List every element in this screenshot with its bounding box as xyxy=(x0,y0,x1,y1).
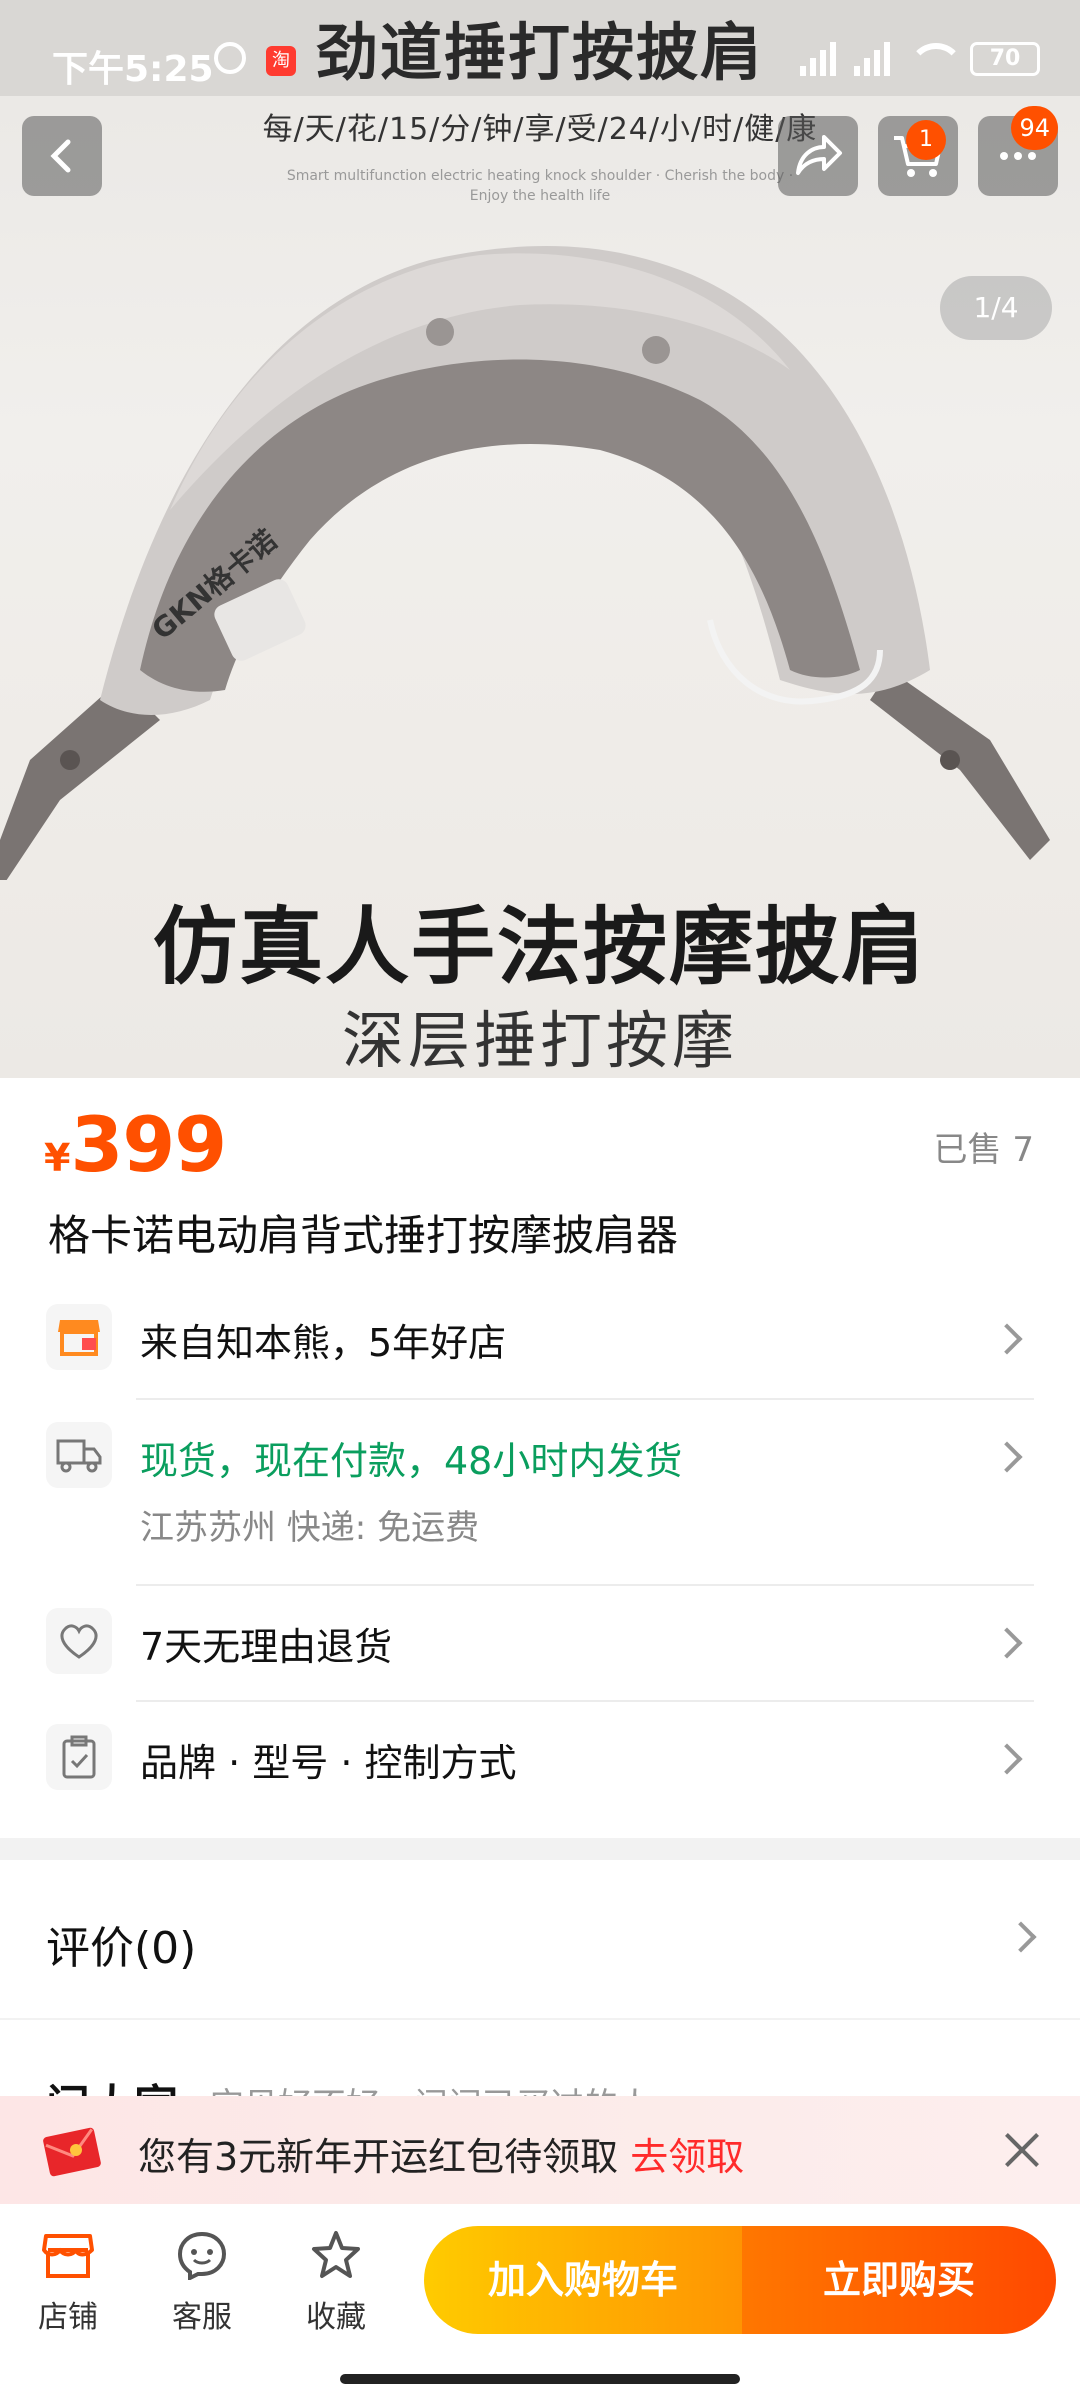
store-row[interactable]: 来自知本熊，5年好店 xyxy=(46,1304,1034,1394)
divider xyxy=(136,1700,1034,1702)
promo-text-line: 您有3元新年开运红包待领取 去领取 xyxy=(138,2126,744,2181)
promo-text: 您有3元新年开运红包待领取 xyxy=(138,2135,619,2179)
heart-icon xyxy=(46,1608,112,1674)
product-title: 格卡诺电动肩背式捶打按摩披肩器 xyxy=(48,1211,679,1260)
shop-icon xyxy=(42,2234,94,2278)
returns-row-label: 7天无理由退货 xyxy=(140,1625,393,1669)
status-time: 下午5:25 xyxy=(52,49,214,90)
favorite-tab-label: 收藏 xyxy=(306,2300,366,2335)
message-count-badge: 94 xyxy=(1011,106,1058,150)
chevron-right-icon xyxy=(991,1323,1023,1355)
cart-count-badge: 1 xyxy=(906,120,946,160)
truck-icon xyxy=(46,1422,112,1488)
status-icons: 70 xyxy=(800,42,1040,76)
customer-service-icon xyxy=(177,2231,227,2282)
chevron-left-icon xyxy=(50,139,71,173)
buy-now-button[interactable]: 立即购买 xyxy=(742,2226,1056,2334)
home-indicator xyxy=(340,2374,740,2384)
close-icon[interactable] xyxy=(1000,2128,1044,2172)
share-icon xyxy=(796,135,842,175)
back-button[interactable] xyxy=(22,116,102,196)
signal-icon xyxy=(800,42,836,76)
taobao-notification-icon: 淘 xyxy=(266,46,296,76)
divider xyxy=(136,1584,1034,1586)
clipboard-icon xyxy=(46,1724,112,1790)
signal-icon-2 xyxy=(854,42,890,76)
more-icon xyxy=(1000,152,1036,160)
cart-button[interactable]: 1 xyxy=(878,116,958,196)
shipping-row-sub: 江苏苏州 快递: 免运费 xyxy=(140,1508,480,1548)
divider xyxy=(136,1398,1034,1400)
chevron-right-icon xyxy=(991,1743,1023,1775)
price-value: 399 xyxy=(70,1100,227,1189)
price: ¥399 xyxy=(44,1100,227,1189)
currency-symbol: ¥ xyxy=(44,1136,71,1180)
wifi-icon xyxy=(908,43,964,75)
favorite-tab[interactable]: 收藏 xyxy=(286,2230,386,2336)
specs-row[interactable]: 品牌 · 型号 · 控制方式 xyxy=(46,1724,1034,1814)
chevron-right-icon xyxy=(991,1441,1023,1473)
share-button[interactable] xyxy=(778,116,858,196)
sold-count: 已售 7 xyxy=(933,1130,1034,1170)
reviews-title: 评价(0) xyxy=(46,1923,197,1974)
status-bar: 下午5:25 淘 70 xyxy=(0,0,1080,96)
store-row-label: 来自知本熊，5年好店 xyxy=(140,1321,507,1365)
qa-section[interactable]: 问大家 宝贝好不好，问问已买过的人 xyxy=(0,2020,1080,2100)
more-button[interactable]: 94 xyxy=(978,106,1058,196)
returns-row[interactable]: 7天无理由退货 xyxy=(46,1608,1034,1698)
massager-product-image: GKN格卡诺 xyxy=(0,246,1050,880)
chevron-right-icon xyxy=(991,1627,1023,1659)
red-packet-banner[interactable]: 您有3元新年开运红包待领取 去领取 xyxy=(0,2096,1080,2204)
store-tab-label: 店铺 xyxy=(38,2300,98,2335)
specs-row-label: 品牌 · 型号 · 控制方式 xyxy=(140,1741,517,1785)
promo-claim-link[interactable]: 去领取 xyxy=(630,2135,744,2179)
store-tab[interactable]: 店铺 xyxy=(18,2230,118,2336)
gallery-pager: 1/4 xyxy=(940,276,1052,340)
bottom-action-bar: 店铺 客服 收藏 加入购物车 立即购买 xyxy=(0,2204,1080,2400)
hero-caption-sub: 深层捶打按摩 xyxy=(341,1004,738,1077)
add-to-cart-button[interactable]: 加入购物车 xyxy=(424,2226,742,2334)
chevron-right-icon xyxy=(1005,1921,1037,1953)
service-tab[interactable]: 客服 xyxy=(152,2230,252,2336)
shipping-row-label: 现货，现在付款，48小时内发货 xyxy=(140,1439,683,1483)
star-icon xyxy=(312,2231,360,2278)
red-envelope-icon xyxy=(43,2127,101,2177)
reviews-section[interactable]: 评价(0) xyxy=(0,1860,1080,2018)
store-icon xyxy=(46,1304,112,1370)
hero-caption-main: 仿真人手法按摩披肩 xyxy=(152,898,927,996)
product-info-card: ¥399 已售 7 格卡诺电动肩背式捶打按摩披肩器 来自知本熊，5年好店 现货，… xyxy=(0,1078,1080,1838)
shipping-row[interactable]: 现货，现在付款，48小时内发货 江苏苏州 快递: 免运费 xyxy=(46,1422,1034,1552)
service-tab-label: 客服 xyxy=(172,2300,232,2335)
battery-icon: 70 xyxy=(970,42,1040,76)
alarm-icon xyxy=(214,42,246,74)
